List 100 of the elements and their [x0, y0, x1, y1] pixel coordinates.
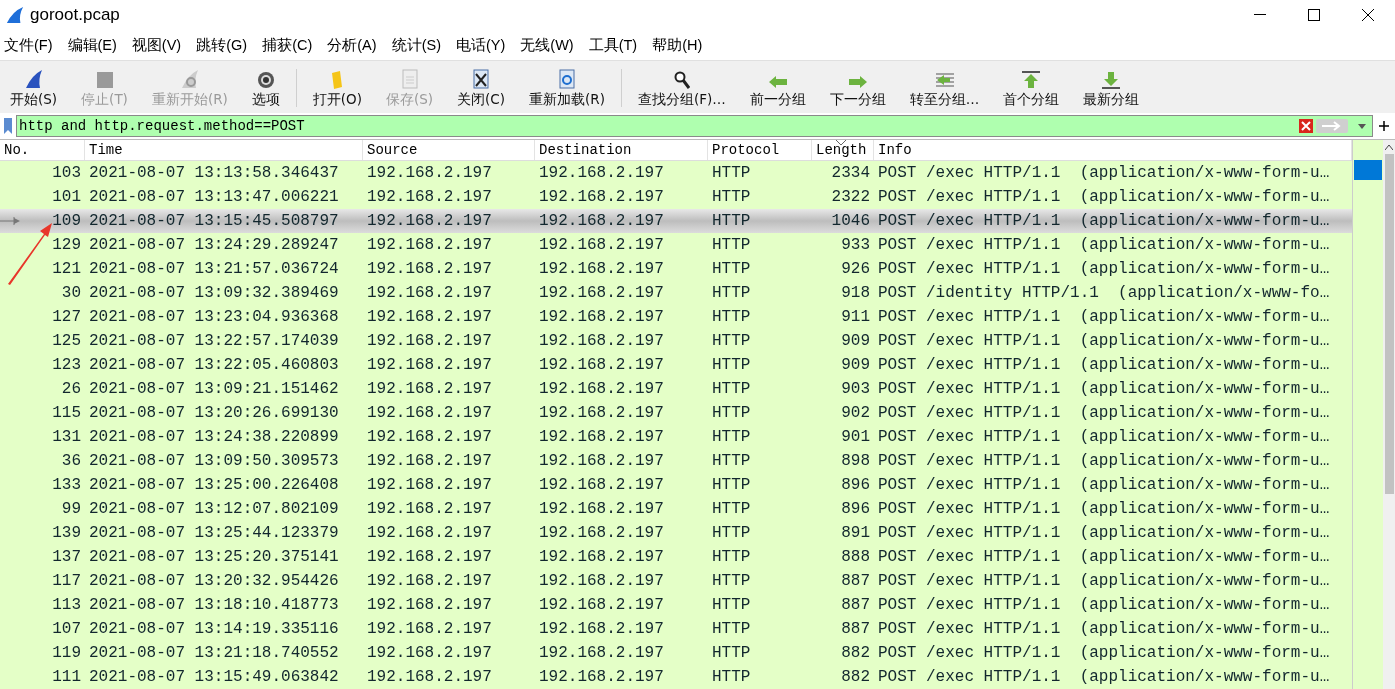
packet-row[interactable]: 119 2021-08-07 13:21:18.740552 192.168.2.197 192.168.2.197 HTTP 882 POST /exec HTTP/1.1 (application/x-www-form-u…: [0, 641, 1352, 665]
table-cell-text: POST /exec HTTP/1.1 (application/x-www-form-u…: [877, 619, 1331, 640]
table-cell-text: HTTP: [711, 379, 752, 400]
menu-item[interactable]: 工具(T): [588, 35, 638, 55]
menu-item[interactable]: 视图(V): [131, 35, 182, 55]
menu-item[interactable]: 捕获(C): [262, 35, 313, 55]
toolbar-button[interactable]: 选项: [243, 71, 288, 109]
menu-item[interactable]: 文件(F): [4, 35, 53, 55]
packet-row[interactable]: 123 2021-08-07 13:22:05.460803 192.168.2.197 192.168.2.197 HTTP 909 POST /exec HTTP/1.1 (application/x-www-form-u…: [0, 353, 1352, 377]
table-cell-text: POST /exec HTTP/1.1 (application/x-www-form-u…: [877, 547, 1331, 568]
minimize-icon[interactable]: [1254, 14, 1266, 16]
toolbar-button[interactable]: 重新加载(R): [521, 69, 613, 109]
menu-item[interactable]: 跳转(G): [196, 35, 248, 55]
column-header[interactable]: Length: [812, 140, 874, 160]
packet-row[interactable]: 125 2021-08-07 13:22:57.174039 192.168.2.197 192.168.2.197 HTTP 909 POST /exec HTTP/1.1 (application/x-www-form-u…: [0, 329, 1352, 353]
app-logo-icon: [6, 5, 24, 25]
table-cell-text: POST /exec HTTP/1.1 (application/x-www-form-u…: [877, 667, 1331, 688]
toolbar-button[interactable]: 前一分组: [741, 75, 814, 109]
table-cell-text: 192.168.2.197: [538, 331, 665, 352]
packet-row[interactable]: 36 2021-08-07 13:09:50.309573 192.168.2.197 192.168.2.197 HTTP 898 POST /exec HTTP/1.1 (application/x-www-form-u…: [0, 449, 1352, 473]
packet-row[interactable]: 101 2021-08-07 13:13:47.006221 192.168.2.197 192.168.2.197 HTTP 2322 POST /exec HTTP/1.1 (application/x-www-form-u…: [0, 185, 1352, 209]
toolbar-button[interactable]: 最新分组: [1075, 71, 1148, 109]
table-cell-text: 192.168.2.197: [538, 499, 665, 520]
dropdown-caret-icon[interactable]: [1358, 123, 1366, 129]
table-cell-text: 192.168.2.197: [366, 667, 493, 688]
menu-item[interactable]: 分析(A): [327, 35, 377, 55]
packet-row[interactable]: 117 2021-08-07 13:20:32.954426 192.168.2.197 192.168.2.197 HTTP 887 POST /exec HTTP/1.1 (application/x-www-form-u…: [0, 569, 1352, 593]
packet-row[interactable]: 113 2021-08-07 13:18:10.418773 192.168.2.197 192.168.2.197 HTTP 887 POST /exec HTTP/1.1 (application/x-www-form-u…: [0, 593, 1352, 617]
menu-item[interactable]: 无线(W): [520, 35, 574, 55]
scrollbar[interactable]: [1383, 140, 1395, 689]
packet-row[interactable]: 107 2021-08-07 13:14:19.335116 192.168.2.197 192.168.2.197 HTTP 887 POST /exec HTTP/1.1 (application/x-www-form-u…: [0, 617, 1352, 641]
display-filter-field[interactable]: http and http.request.method==POST: [17, 118, 1299, 134]
table-cell-text: 192.168.2.197: [366, 187, 493, 208]
packet-row[interactable]: 121 2021-08-07 13:21:57.036724 192.168.2.197 192.168.2.197 HTTP 926 POST /exec HTTP/1.1 (application/x-www-form-u…: [0, 257, 1352, 281]
table-cell-text: 909: [840, 331, 871, 352]
document-icon: [401, 69, 418, 89]
table-cell-text: 137: [51, 547, 82, 568]
menu-item[interactable]: 统计(S): [391, 35, 441, 55]
goto-list-icon: [933, 71, 956, 89]
packet-row[interactable]: 129 2021-08-07 13:24:29.289247 192.168.2.197 192.168.2.197 HTTP 933 POST /exec HTTP/1.1 (application/x-www-form-u…: [0, 233, 1352, 257]
table-cell-text: 2021-08-07 13:09:50.309573: [88, 451, 340, 472]
table-cell-text: POST /exec HTTP/1.1 (application/x-www-form-u…: [877, 331, 1331, 352]
table-cell-text: 882: [840, 643, 871, 664]
packet-row[interactable]: 133 2021-08-07 13:25:00.226408 192.168.2.197 192.168.2.197 HTTP 896 POST /exec HTTP/1.1 (application/x-www-form-u…: [0, 473, 1352, 497]
table-cell-text: 192.168.2.197: [538, 571, 665, 592]
table-cell-text: 192.168.2.197: [366, 403, 493, 424]
table-cell-text: 2334: [830, 163, 871, 184]
toolbar-button[interactable]: 打开(O): [304, 71, 370, 109]
table-cell-text: POST /exec HTTP/1.1 (application/x-www-form-u…: [877, 259, 1331, 280]
menu-item[interactable]: 电话(Y): [455, 35, 506, 55]
table-cell-text: 2021-08-07 13:15:45.508797: [88, 211, 340, 232]
packet-row[interactable]: 137 2021-08-07 13:25:20.375141 192.168.2.197 192.168.2.197 HTTP 888 POST /exec HTTP/1.1 (application/x-www-form-u…: [0, 545, 1352, 569]
packet-row[interactable]: 26 2021-08-07 13:09:21.151462 192.168.2.197 192.168.2.197 HTTP 903 POST /exec HTTP/1.1 (application/x-www-form-u…: [0, 377, 1352, 401]
menu-item[interactable]: 编辑(E): [67, 35, 117, 55]
table-cell-text: 192.168.2.197: [366, 475, 493, 496]
packet-row[interactable]: 109 2021-08-07 13:15:45.508797 192.168.2.197 192.168.2.197 HTTP 1046 POST /exec HTTP/1.1 (application/x-www-form-u…: [0, 209, 1352, 233]
toolbar-button[interactable]: 查找分组(F)…: [630, 71, 734, 109]
bookmark-icon[interactable]: [3, 118, 13, 134]
packet-row[interactable]: 30 2021-08-07 13:09:32.389469 192.168.2.197 192.168.2.197 HTTP 918 POST /identity HTTP/1.1 (application/x-www-fo…: [0, 281, 1352, 305]
scroll-up-icon[interactable]: [1385, 144, 1394, 150]
display-filter-bar[interactable]: http and http.request.method==POST: [16, 115, 1373, 137]
packet-row[interactable]: 131 2021-08-07 13:24:38.220899 192.168.2.197 192.168.2.197 HTTP 901 POST /exec HTTP/1.1 (application/x-www-form-u…: [0, 425, 1352, 449]
clear-icon[interactable]: [1299, 119, 1313, 133]
down-arrow-icon: [1101, 71, 1122, 89]
table-cell-text: POST /exec HTTP/1.1 (application/x-www-form-u…: [877, 643, 1331, 664]
table-cell-text: 2021-08-07 13:24:38.220899: [88, 427, 340, 448]
table-cell-text: 101: [51, 187, 82, 208]
table-cell-text: 891: [840, 523, 871, 544]
table-cell-text: 192.168.2.197: [538, 523, 665, 544]
table-cell-text: 882: [840, 667, 871, 688]
column-header[interactable]: Destination: [535, 140, 708, 160]
table-cell-text: 2021-08-07 13:21:57.036724: [88, 259, 340, 280]
table-cell-text: 192.168.2.197: [538, 619, 665, 640]
column-header[interactable]: Protocol: [708, 140, 812, 160]
toolbar-button[interactable]: 开始(S): [2, 69, 66, 109]
table-cell-text: 131: [51, 427, 82, 448]
table-cell-text: HTTP: [711, 427, 752, 448]
column-header[interactable]: Source: [363, 140, 535, 160]
column-header[interactable]: Time: [85, 140, 363, 160]
table-cell-text: 192.168.2.197: [538, 451, 665, 472]
packet-row[interactable]: 111 2021-08-07 13:15:49.063842 192.168.2.197 192.168.2.197 HTTP 882 POST /exec HTTP/1.1 (application/x-www-form-u…: [0, 665, 1352, 689]
table-cell-text: 192.168.2.197: [366, 235, 493, 256]
table-cell-text: POST /exec HTTP/1.1 (application/x-www-form-u…: [877, 355, 1331, 376]
table-cell-text: 36: [60, 451, 82, 472]
close-icon[interactable]: [1362, 9, 1374, 21]
toolbar-button[interactable]: 下一分组: [821, 75, 894, 109]
maximize-icon[interactable]: [1308, 9, 1320, 21]
plus-icon[interactable]: [1379, 121, 1389, 131]
packet-row[interactable]: 115 2021-08-07 13:20:26.699130 192.168.2.197 192.168.2.197 HTTP 902 POST /exec HTTP/1.1 (application/x-www-form-u…: [0, 401, 1352, 425]
table-cell-text: 903: [840, 379, 871, 400]
table-cell-text: 2021-08-07 13:25:20.375141: [88, 547, 340, 568]
packet-row[interactable]: 139 2021-08-07 13:25:44.123379 192.168.2.197 192.168.2.197 HTTP 891 POST /exec HTTP/1.1 (application/x-www-form-u…: [0, 521, 1352, 545]
toolbar-button[interactable]: 首个分组: [995, 71, 1068, 109]
toolbar-button[interactable]: 转至分组…: [901, 71, 988, 109]
packet-row[interactable]: 99 2021-08-07 13:12:07.802109 192.168.2.197 192.168.2.197 HTTP 896 POST /exec HTTP/1.1 (application/x-www-form-u…: [0, 497, 1352, 521]
column-header[interactable]: No.: [0, 140, 85, 160]
packet-row[interactable]: 103 2021-08-07 13:13:58.346437 192.168.2.197 192.168.2.197 HTTP 2334 POST /exec HTTP/1.1 (application/x-www-form-u…: [0, 161, 1352, 185]
packet-row[interactable]: 127 2021-08-07 13:23:04.936368 192.168.2.197 192.168.2.197 HTTP 911 POST /exec HTTP/1.1 (application/x-www-form-u…: [0, 305, 1352, 329]
toolbar-button[interactable]: 关闭(C): [449, 69, 514, 109]
menu-item[interactable]: 帮助(H): [652, 35, 703, 55]
